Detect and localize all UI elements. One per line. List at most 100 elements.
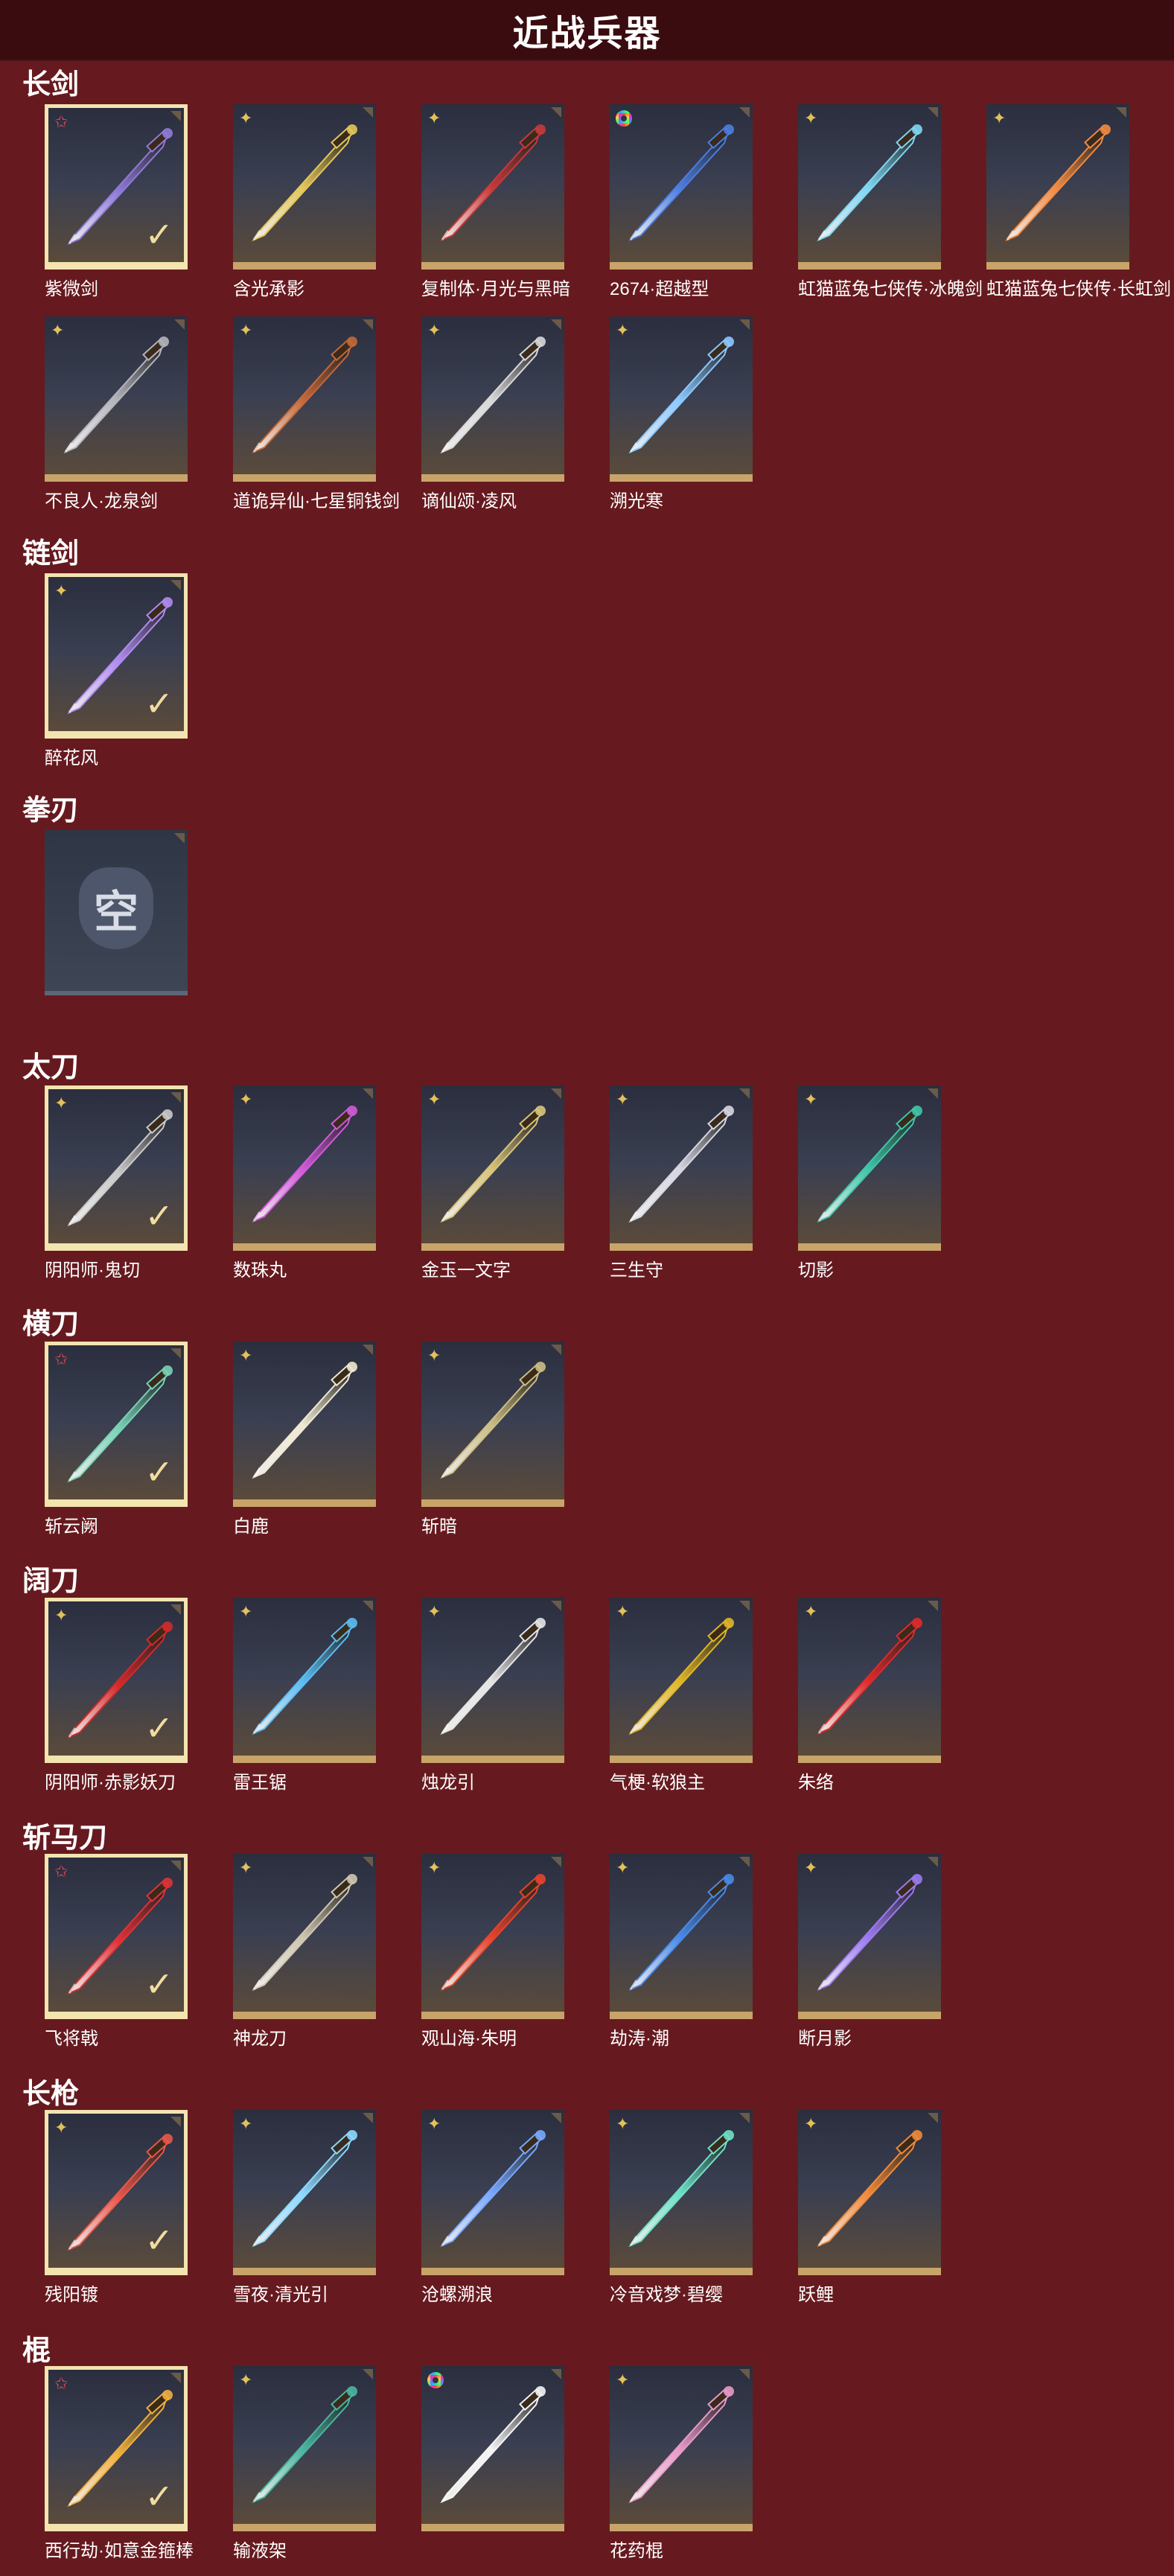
weapon-card[interactable]: ✦ 气梗·软狼主 bbox=[610, 1598, 753, 1793]
weapon-card[interactable]: ✦ 含光承影 bbox=[233, 104, 376, 299]
weapon-card-frame: ✦ bbox=[610, 2110, 753, 2275]
weapon-card[interactable]: ✦ 沧螺溯浪 bbox=[421, 2110, 564, 2305]
weapon-image bbox=[440, 1618, 546, 1735]
weapon-card[interactable]: ✦ 谪仙颂·凌风 bbox=[421, 316, 564, 511]
star-badge-icon: ✦ bbox=[992, 109, 1006, 127]
page-header: 近战兵器 bbox=[0, 0, 1174, 61]
section-title: 太刀 bbox=[22, 1052, 80, 1083]
weapon-card[interactable]: ✦ 白鹿 bbox=[233, 1342, 376, 1537]
checkmark-icon: ✓ bbox=[144, 684, 173, 723]
weapon-name: 三生守 bbox=[610, 1260, 663, 1281]
weapon-name: 不良人·龙泉剑 bbox=[45, 491, 158, 511]
weapon-card[interactable]: ✩ ✓ 西行劫·如意金箍棒 bbox=[45, 2366, 194, 2561]
weapon-image bbox=[252, 2386, 357, 2504]
weapon-card[interactable]: ✦ 溯光寒 bbox=[610, 316, 753, 511]
weapon-card-frame: ✦ bbox=[421, 1598, 564, 1763]
weapon-name: 虹猫蓝兔七侠传·冰魄剑 bbox=[798, 279, 983, 299]
weapon-card-frame: ✩ ✓ bbox=[45, 104, 188, 270]
weapon-card[interactable]: ✦ 虹猫蓝兔七侠传·冰魄剑 bbox=[798, 104, 983, 299]
weapon-name: 紫微剑 bbox=[45, 279, 98, 299]
weapon-card-frame: ✦ bbox=[233, 1854, 376, 2019]
weapon-card[interactable]: ✦ ✓ 阴阳师·赤影妖刀 bbox=[45, 1598, 188, 1793]
weapon-name: 复制体·月光与黑暗 bbox=[421, 279, 570, 299]
checkmark-icon: ✓ bbox=[144, 215, 173, 254]
weapon-name: 虹猫蓝兔七侠传·长虹剑 bbox=[986, 279, 1171, 299]
star-badge-icon: ✦ bbox=[804, 1090, 818, 1109]
weapon-card-frame: ✦ bbox=[610, 1085, 753, 1251]
weapon-card[interactable]: ✦ 观山海·朱明 bbox=[421, 1854, 564, 2049]
weapon-card-frame: ✦ bbox=[610, 2366, 753, 2531]
weapon-image bbox=[252, 1874, 357, 1992]
weapon-card[interactable]: ✦ 数珠丸 bbox=[233, 1085, 376, 1281]
star-badge-icon: ✦ bbox=[427, 109, 441, 127]
weapon-card[interactable]: ✦ 不良人·龙泉剑 bbox=[45, 316, 188, 511]
weapon-card[interactable]: ✦ 劫涛·潮 bbox=[610, 1854, 753, 2049]
weapon-card[interactable]: ✦ ✓ 醉花风 bbox=[45, 573, 188, 768]
star-badge-icon: ✦ bbox=[239, 109, 253, 127]
weapon-card[interactable]: ✦ 花药棍 bbox=[610, 2366, 753, 2561]
weapon-name: 斩云阙 bbox=[45, 1517, 98, 1537]
weapon-name: 雷王锯 bbox=[233, 1773, 287, 1793]
weapon-card[interactable]: ✦ ✓ 残阳镀 bbox=[45, 2110, 188, 2305]
weapon-card-frame: ✦ bbox=[798, 104, 941, 270]
weapon-card[interactable]: ✦ 道诡异仙·七星铜钱剑 bbox=[233, 316, 400, 511]
section-title: 链剑 bbox=[22, 538, 80, 570]
weapon-card[interactable]: 2674·超越型 bbox=[610, 104, 753, 299]
weapon-name: 劫涛·潮 bbox=[610, 2029, 669, 2049]
weapon-card-frame: ✦ ✓ bbox=[45, 1598, 188, 1763]
weapon-image bbox=[252, 337, 357, 454]
weapon-card[interactable]: ✦ 斩暗 bbox=[421, 1342, 564, 1537]
red-star-badge-icon: ✩ bbox=[54, 1862, 68, 1881]
weapon-card[interactable]: ✦ 金玉一文字 bbox=[421, 1085, 564, 1281]
weapon-card-frame bbox=[610, 104, 753, 270]
weapon-name: 朱络 bbox=[798, 1773, 834, 1793]
weapon-card-frame: ✦ bbox=[798, 1598, 941, 1763]
weapon-card-frame: ✦ bbox=[986, 104, 1129, 270]
weapon-image bbox=[628, 2386, 734, 2504]
weapon-name: 气梗·软狼主 bbox=[610, 1773, 705, 1793]
weapon-card-frame: ✦ ✓ bbox=[45, 2110, 188, 2275]
weapon-card[interactable]: ✦ ✓ 阴阳师·鬼切 bbox=[45, 1085, 188, 1281]
weapon-card[interactable]: ✦ 断月影 bbox=[798, 1854, 941, 2049]
weapon-card[interactable]: ✦ 切影 bbox=[798, 1085, 941, 1281]
weapon-name: 斩暗 bbox=[421, 1517, 457, 1537]
weapon-name: 醉花风 bbox=[45, 748, 98, 768]
weapon-image bbox=[628, 1618, 734, 1735]
weapon-name: 雪夜·清光引 bbox=[233, 2285, 328, 2305]
section-title: 斩马刀 bbox=[22, 1823, 108, 1854]
star-badge-icon: ✦ bbox=[616, 2114, 630, 2133]
weapon-card[interactable]: ✩ ✓ 飞将戟 bbox=[45, 1854, 188, 2049]
weapon-card[interactable]: ✦ 跃鲤 bbox=[798, 2110, 941, 2305]
section-title: 长枪 bbox=[22, 2079, 80, 2110]
star-badge-icon: ✦ bbox=[616, 1602, 630, 1621]
weapon-card[interactable] bbox=[421, 2366, 564, 2531]
weapon-card-frame: ✦ bbox=[233, 1342, 376, 1507]
empty-weapon-slot[interactable]: 空 bbox=[45, 830, 188, 995]
section-title: 棍 bbox=[22, 2336, 51, 2367]
weapon-image bbox=[63, 337, 169, 454]
weapon-name: 冷音戏梦·碧缨 bbox=[610, 2285, 723, 2305]
weapon-card-frame: ✦ bbox=[421, 104, 564, 270]
weapon-card[interactable]: ✦ 三生守 bbox=[610, 1085, 753, 1281]
weapon-name: 道诡异仙·七星铜钱剑 bbox=[233, 491, 400, 511]
weapon-card[interactable]: ✦ 虹猫蓝兔七侠传·长虹剑 bbox=[986, 104, 1171, 299]
weapon-card[interactable]: ✦ 雪夜·清光引 bbox=[233, 2110, 376, 2305]
weapon-card[interactable]: ✩ ✓ 斩云阙 bbox=[45, 1342, 188, 1537]
weapon-card[interactable]: ✦ 冷音戏梦·碧缨 bbox=[610, 2110, 753, 2305]
weapon-card[interactable]: ✦ 朱络 bbox=[798, 1598, 941, 1793]
weapon-name: 白鹿 bbox=[233, 1517, 269, 1537]
star-badge-icon: ✦ bbox=[239, 1858, 253, 1877]
weapon-card[interactable]: ✦ 复制体·月光与黑暗 bbox=[421, 104, 570, 299]
weapon-image bbox=[252, 1618, 357, 1735]
star-badge-icon: ✦ bbox=[239, 2114, 253, 2133]
weapon-card[interactable]: ✦ 雷王锯 bbox=[233, 1598, 376, 1793]
weapon-card[interactable]: ✦ 神龙刀 bbox=[233, 1854, 376, 2049]
weapon-image bbox=[440, 2130, 546, 2248]
section-title: 阔刀 bbox=[22, 1566, 80, 1597]
weapon-card[interactable]: ✦ 烛龙引 bbox=[421, 1598, 564, 1793]
color-ring-badge-icon bbox=[427, 2372, 444, 2388]
weapon-card-frame: ✦ bbox=[45, 316, 188, 482]
checkmark-icon: ✓ bbox=[144, 2477, 173, 2516]
weapon-card[interactable]: ✩ ✓ 紫微剑 bbox=[45, 104, 188, 299]
weapon-card[interactable]: ✦ 输液架 bbox=[233, 2366, 376, 2561]
